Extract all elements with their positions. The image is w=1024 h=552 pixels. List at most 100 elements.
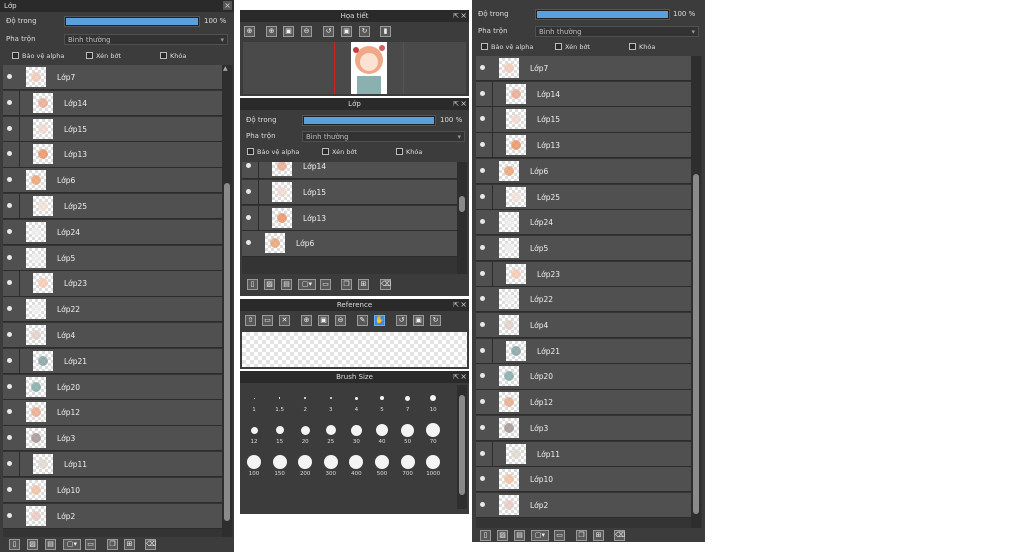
add-layer-menu-icon[interactable]: ▢▾: [63, 539, 81, 550]
layer-row[interactable]: Lớp4: [3, 323, 223, 349]
clip-checkbox[interactable]: Xén bớt: [86, 52, 121, 60]
layer-scrollbar[interactable]: [691, 56, 701, 528]
visibility-eye-icon[interactable]: [7, 203, 12, 208]
layer-row[interactable]: Lớp15: [242, 179, 457, 206]
visibility-eye-icon[interactable]: [7, 228, 12, 234]
delete-layer-icon[interactable]: ⌫: [614, 530, 625, 541]
scrollbar-thumb[interactable]: [459, 395, 465, 495]
blend-mode-select[interactable]: Bình thường ▾: [302, 131, 465, 142]
visibility-eye-icon[interactable]: [7, 125, 12, 131]
visibility-eye-icon[interactable]: [7, 357, 12, 363]
new-layer-icon[interactable]: ▯: [247, 279, 258, 290]
popout-icon[interactable]: ⇱: [453, 10, 459, 22]
popout-icon[interactable]: ⇱: [453, 371, 459, 383]
layer-scrollbar[interactable]: ▲: [222, 65, 232, 537]
protect-alpha-checkbox[interactable]: Bảo vệ alpha: [247, 148, 299, 156]
rotate-left-icon[interactable]: ↺: [396, 315, 407, 326]
brush-size-option[interactable]: 100: [242, 453, 266, 477]
visibility-eye-icon[interactable]: [7, 409, 12, 415]
pin-icon[interactable]: ▮: [380, 26, 391, 37]
layer-row[interactable]: Lớp25: [3, 194, 223, 220]
visibility-eye-icon[interactable]: [480, 501, 485, 507]
visibility-eye-icon[interactable]: [246, 188, 251, 194]
new-layer-icon[interactable]: ▯: [9, 539, 20, 550]
visibility-eye-icon[interactable]: [480, 296, 485, 302]
rotate-right-icon[interactable]: ↻: [359, 26, 370, 37]
visibility-eye-icon[interactable]: [480, 219, 485, 225]
layer-row[interactable]: Lớp14: [3, 90, 223, 117]
delete-layer-icon[interactable]: ⌫: [380, 279, 391, 290]
brush-size-option[interactable]: 50: [396, 421, 420, 445]
layer-row[interactable]: Lớp25: [476, 184, 692, 210]
opacity-slider[interactable]: [64, 16, 200, 27]
visibility-eye-icon[interactable]: [7, 332, 12, 337]
visibility-eye-icon[interactable]: [480, 116, 485, 122]
visibility-eye-icon[interactable]: [246, 163, 251, 168]
flip-icon[interactable]: ▣: [341, 26, 352, 37]
add-layer-menu-icon[interactable]: ▢▾: [531, 530, 549, 541]
visibility-eye-icon[interactable]: [7, 306, 12, 312]
layer-row[interactable]: Lớp20: [476, 364, 692, 390]
merge-layer-icon[interactable]: ⊞: [358, 279, 369, 290]
new-tone-layer-icon[interactable]: ▨: [264, 279, 275, 290]
new-raster-layer-icon[interactable]: ▤: [281, 279, 292, 290]
layer-row[interactable]: Lớp24: [476, 210, 692, 236]
new-raster-layer-icon[interactable]: ▤: [45, 539, 56, 550]
layer-row[interactable]: Lớp14: [242, 162, 457, 180]
visibility-eye-icon[interactable]: [7, 74, 12, 79]
brush-size-option[interactable]: 5: [370, 389, 394, 413]
visibility-eye-icon[interactable]: [480, 65, 485, 70]
layer-scrollbar[interactable]: [457, 162, 467, 274]
opacity-slider[interactable]: [302, 115, 436, 126]
layer-row[interactable]: Lớp12: [476, 390, 692, 416]
visibility-eye-icon[interactable]: [480, 90, 485, 96]
delete-layer-icon[interactable]: ⌫: [145, 539, 156, 550]
layer-row[interactable]: Lớp13: [242, 205, 457, 231]
add-layer-menu-icon[interactable]: ▢▾: [298, 279, 316, 290]
visibility-eye-icon[interactable]: [7, 461, 12, 466]
visibility-eye-icon[interactable]: [480, 322, 485, 327]
duplicate-layer-icon[interactable]: ❐: [107, 539, 118, 550]
layer-row[interactable]: Lớp20: [3, 374, 223, 400]
layer-row[interactable]: Lớp15: [3, 116, 223, 142]
zoom-in-icon[interactable]: ⊕: [266, 26, 277, 37]
visibility-eye-icon[interactable]: [7, 383, 12, 389]
layer-row[interactable]: Lớp10: [476, 467, 692, 493]
visibility-eye-icon[interactable]: [480, 476, 485, 482]
new-layer-icon[interactable]: ▯: [480, 530, 491, 541]
brush-size-option[interactable]: 70: [421, 421, 445, 445]
layer-row[interactable]: Lớp6: [476, 158, 692, 184]
close-icon[interactable]: ×: [223, 1, 232, 10]
brush-size-option[interactable]: 10: [421, 389, 445, 413]
layer-row[interactable]: Lớp23: [3, 271, 223, 297]
popout-icon[interactable]: ⇱: [453, 299, 459, 311]
visibility-eye-icon[interactable]: [7, 254, 12, 260]
new-raster-layer-icon[interactable]: ▤: [514, 530, 525, 541]
upload-icon[interactable]: ⇧: [245, 315, 256, 326]
folder-icon[interactable]: ▭: [554, 530, 565, 541]
brush-scrollbar[interactable]: [457, 385, 467, 509]
reference-canvas[interactable]: [242, 332, 467, 367]
fit-screen-icon[interactable]: ▣: [318, 315, 329, 326]
brush-size-option[interactable]: 200: [293, 453, 317, 477]
layer-row[interactable]: Lớp5: [3, 245, 223, 271]
scrollbar-thumb[interactable]: [224, 183, 230, 521]
hand-tool-icon[interactable]: ✋: [374, 315, 385, 326]
layer-row[interactable]: Lớp6: [3, 168, 223, 194]
new-tone-layer-icon[interactable]: ▨: [497, 530, 508, 541]
close-icon[interactable]: ×: [460, 98, 467, 110]
close-icon[interactable]: ×: [460, 299, 467, 311]
brush-size-option[interactable]: 500: [370, 453, 394, 477]
brush-size-option[interactable]: 400: [344, 453, 368, 477]
visibility-eye-icon[interactable]: [7, 512, 12, 518]
close-reference-icon[interactable]: ✕: [279, 315, 290, 326]
brush-size-option[interactable]: 15: [268, 421, 292, 445]
merge-layer-icon[interactable]: ⊞: [124, 539, 135, 550]
canvas-preview[interactable]: [243, 42, 466, 94]
rotate-left-icon[interactable]: ↺: [323, 26, 334, 37]
close-icon[interactable]: ×: [460, 10, 467, 22]
layer-row[interactable]: Lớp5: [476, 235, 692, 262]
protect-alpha-checkbox[interactable]: Bảo vệ alpha: [12, 52, 64, 60]
protect-alpha-checkbox[interactable]: Bảo vệ alpha: [481, 43, 533, 51]
blend-mode-select[interactable]: Bình thường ▾: [535, 26, 699, 37]
